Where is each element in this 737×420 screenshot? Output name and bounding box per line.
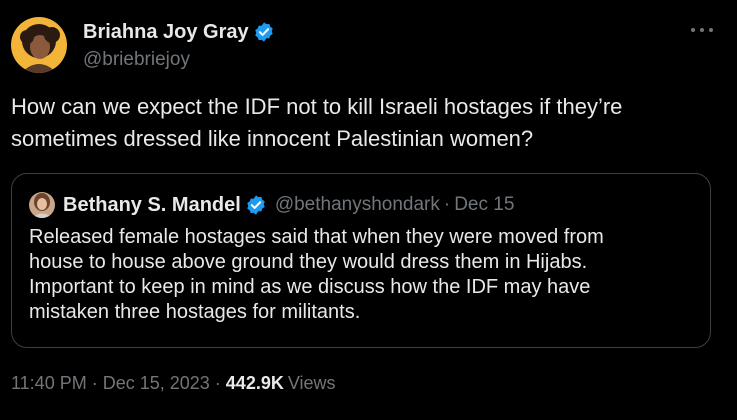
quoted-date: Dec 15 — [454, 194, 515, 215]
quoted-tweet[interactable]: Bethany S. Mandel @bethanyshondark · Dec… — [11, 173, 711, 348]
author-handle[interactable]: @briebriejoy — [83, 49, 275, 71]
author-display-name[interactable]: Briahna Joy Gray — [83, 21, 249, 44]
quoted-tweet-text: Released female hostages said that when … — [29, 226, 604, 323]
verified-badge-icon[interactable] — [253, 21, 275, 43]
quoted-author-handle: @bethanyshondark — [274, 194, 440, 215]
quoted-verified-badge-icon — [245, 194, 267, 216]
tweet-text: How can we expect the IDF not to kill Is… — [11, 94, 623, 151]
meta-separator: · — [91, 373, 98, 393]
author-names: Briahna Joy Gray @briebriejoy — [83, 19, 275, 71]
quoted-tweet-header: Bethany S. Mandel @bethanyshondark · Dec… — [29, 192, 514, 218]
tweet-header: Briahna Joy Gray @briebriejoy — [11, 17, 275, 73]
author-avatar[interactable] — [11, 17, 67, 73]
dot-icon — [691, 28, 695, 32]
views-count[interactable]: 442.9K — [226, 373, 284, 394]
tweet-meta: 11:40 PM · Dec 15, 2023 · 442.9K Views — [11, 373, 336, 394]
tweet-time[interactable]: 11:40 PM — [11, 373, 87, 394]
tweet-date[interactable]: Dec 15, 2023 — [103, 373, 210, 394]
quoted-author-avatar — [29, 192, 55, 218]
more-options-icon[interactable] — [691, 20, 713, 40]
quoted-separator: · — [443, 194, 451, 215]
quoted-author-display-name: Bethany S. Mandel — [63, 193, 241, 216]
meta-separator-2: · — [214, 373, 221, 393]
views-label: Views — [287, 373, 336, 393]
tweet: Briahna Joy Gray @briebriejoy How can we… — [0, 0, 737, 420]
display-name-row: Briahna Joy Gray — [83, 19, 275, 45]
dot-icon — [709, 28, 713, 32]
dot-icon — [700, 28, 704, 32]
